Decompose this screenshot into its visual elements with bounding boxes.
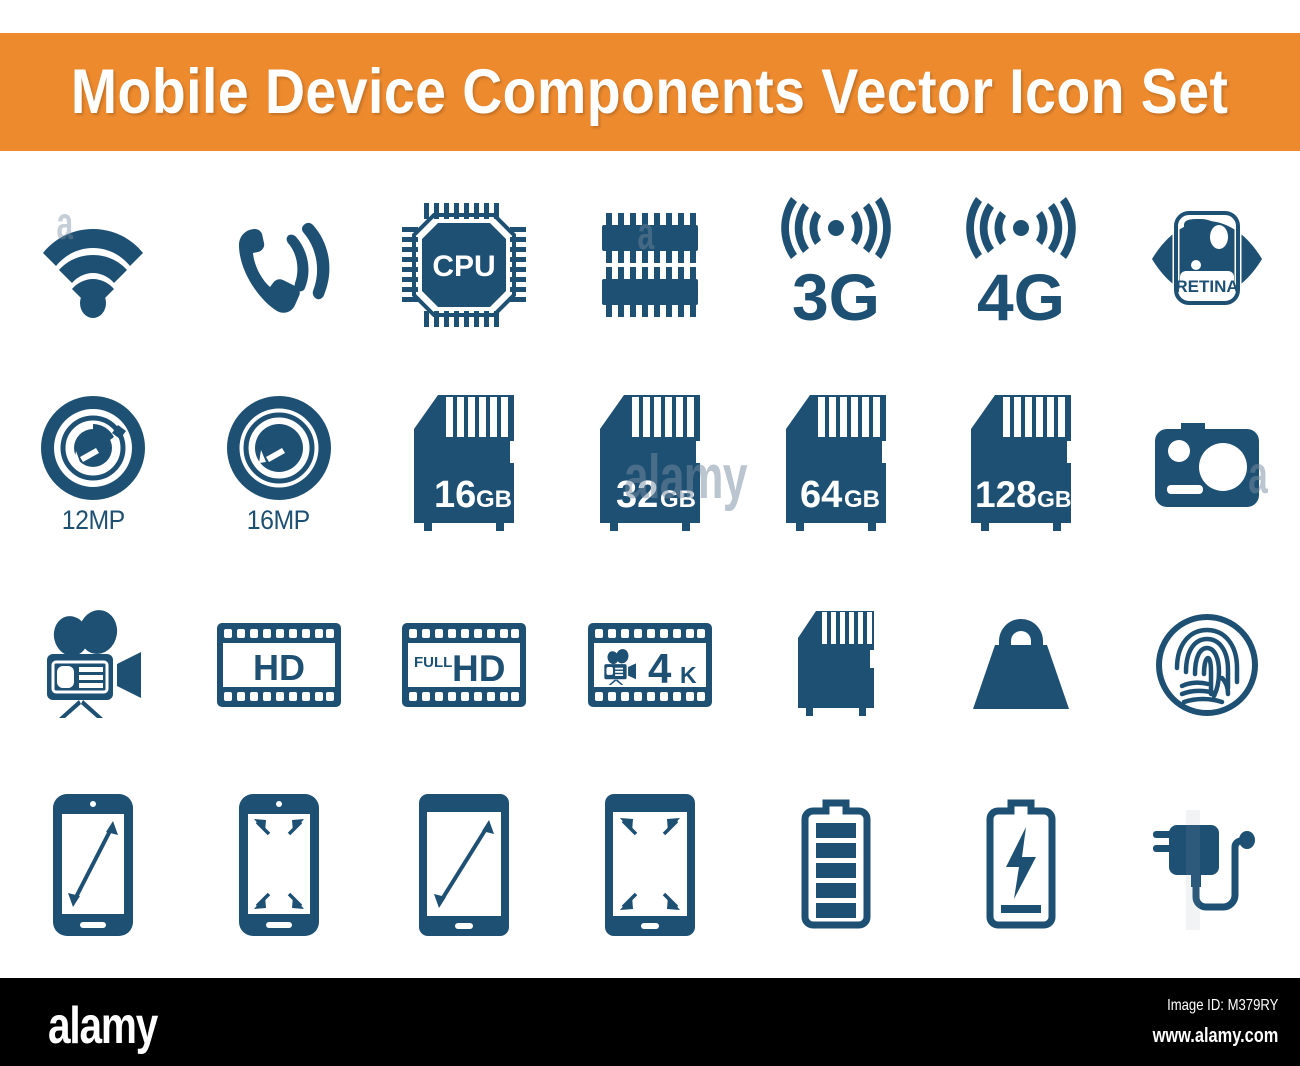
phone-call-icon (238, 222, 329, 313)
retina-display-icon: RETINA (1152, 209, 1263, 307)
sd-card-icon: 16 GB (414, 395, 519, 531)
icon-cell-tablet-screen-diagonal[interactable] (371, 765, 557, 965)
cpu-label: CPU (433, 250, 496, 283)
film-strip-4k-icon: 4 K (587, 623, 712, 707)
icon-cell-weight[interactable] (929, 565, 1115, 765)
weight-icon (973, 619, 1070, 709)
icon-grid: CPU 3G 4G RETINA 12MP 16MP 16 GB 32 GB 6… (0, 165, 1300, 965)
icon-cell-phone-call[interactable] (186, 165, 372, 365)
film-strip-hd-icon: HD (216, 623, 341, 707)
image-id: Image ID: M379RY (1166, 997, 1278, 1014)
sd-card-icon: 64 GB (785, 395, 890, 531)
icon-cell-wifi[interactable] (0, 165, 186, 365)
sd-card-64gb-size: 64 (800, 474, 842, 516)
phone-screen-diagonal-icon (52, 794, 133, 936)
power-charger-icon (1153, 825, 1256, 911)
sd-card-icon: 128 GB (971, 395, 1076, 531)
camera-16mp-caption: 16MP (247, 504, 311, 535)
tablet-screen-corners-icon (604, 794, 695, 936)
battery-charging-icon (986, 799, 1056, 929)
icon-cell-sd-card-32gb[interactable]: 32 GB (557, 365, 743, 565)
icon-cell-cpu[interactable]: CPU (371, 165, 557, 365)
sd-card-16gb-size: 16 (434, 474, 476, 516)
alamy-logo: alamy (48, 997, 158, 1055)
fingerprint-icon (1156, 614, 1259, 716)
camera-lens-icon (226, 395, 331, 500)
network-4g-icon: 4G (966, 197, 1077, 334)
watermark-stripe (1186, 810, 1200, 930)
icon-cell-battery-charging[interactable] (929, 765, 1115, 965)
film-4k-label: 4 (648, 645, 672, 692)
icon-cell-ram-chip[interactable] (557, 165, 743, 365)
film-full-hd-label: HD (452, 648, 505, 689)
icon-cell-action-camera[interactable] (1114, 365, 1300, 565)
icon-cell-network-3g[interactable]: 3G (743, 165, 929, 365)
icon-cell-phone-screen-diagonal[interactable] (0, 765, 186, 965)
icon-cell-retina-display[interactable]: RETINA (1114, 165, 1300, 365)
video-camera-icon (46, 610, 141, 718)
sd-card-16gb-unit: GB (476, 486, 512, 513)
sd-card-icon: 32 GB (599, 395, 704, 531)
icon-cell-video-camera[interactable] (0, 565, 186, 765)
camera-12mp-caption: 12MP (61, 504, 125, 535)
sd-card-32gb-size: 32 (616, 474, 658, 516)
film-strip-full-hd-icon: FULL HD (402, 623, 527, 707)
icon-cell-fingerprint[interactable] (1114, 565, 1300, 765)
icon-cell-tablet-screen-corners[interactable] (557, 765, 743, 965)
footer-meta: Image ID: M379RY www.alamy.com (1125, 997, 1278, 1048)
icon-cell-film-hd[interactable]: HD (186, 565, 372, 765)
cpu-icon: CPU (402, 203, 527, 327)
tablet-screen-diagonal-icon (419, 794, 510, 936)
action-camera-icon (1155, 423, 1260, 507)
page-footer: alamy Image ID: M379RY www.alamy.com (0, 978, 1300, 1066)
retina-label: RETINA (1175, 277, 1238, 296)
sd-card-64gb-unit: GB (844, 486, 880, 513)
sd-card-blank-icon (797, 611, 877, 716)
network-3g-icon: 3G (780, 197, 891, 334)
icon-cell-sd-card-64gb[interactable]: 64 GB (743, 365, 929, 565)
camera-lens-icon (40, 395, 145, 500)
icon-cell-phone-screen-corners[interactable] (186, 765, 372, 965)
wifi-icon (42, 229, 143, 318)
film-full-hd-prefix: FULL (414, 654, 452, 671)
icon-cell-network-4g[interactable]: 4G (929, 165, 1115, 365)
website-label: www.alamy.com (1152, 1025, 1278, 1047)
film-hd-label: HD (253, 647, 305, 688)
icon-cell-film-full-hd[interactable]: FULL HD (371, 565, 557, 765)
icon-cell-sd-card-16gb[interactable]: 16 GB (371, 365, 557, 565)
page-banner: Mobile Device Components Vector Icon Set (0, 33, 1300, 151)
icon-cell-power-charger[interactable] (1114, 765, 1300, 965)
film-4k-unit: K (680, 662, 697, 688)
icon-cell-film-4k[interactable]: 4 K (557, 565, 743, 765)
icon-cell-sd-card-128gb[interactable]: 128 GB (929, 365, 1115, 565)
sd-card-128gb-unit: GB (1037, 486, 1072, 512)
icon-cell-camera-12mp[interactable]: 12MP (0, 365, 186, 565)
phone-screen-corners-icon (238, 794, 319, 936)
icon-set-page: Mobile Device Components Vector Icon Set (0, 0, 1300, 1066)
battery-full-icon (801, 799, 871, 929)
network-3g-label: 3G (792, 260, 880, 334)
page-title: Mobile Device Components Vector Icon Set (71, 57, 1229, 127)
sd-card-128gb-size: 128 (975, 474, 1037, 515)
network-4g-label: 4G (977, 260, 1065, 334)
ram-chip-icon (601, 213, 698, 317)
icon-cell-battery-full[interactable] (743, 765, 929, 965)
icon-cell-camera-16mp[interactable]: 16MP (186, 365, 372, 565)
sd-card-32gb-unit: GB (660, 486, 696, 513)
icon-cell-sd-card-blank[interactable] (743, 565, 929, 765)
